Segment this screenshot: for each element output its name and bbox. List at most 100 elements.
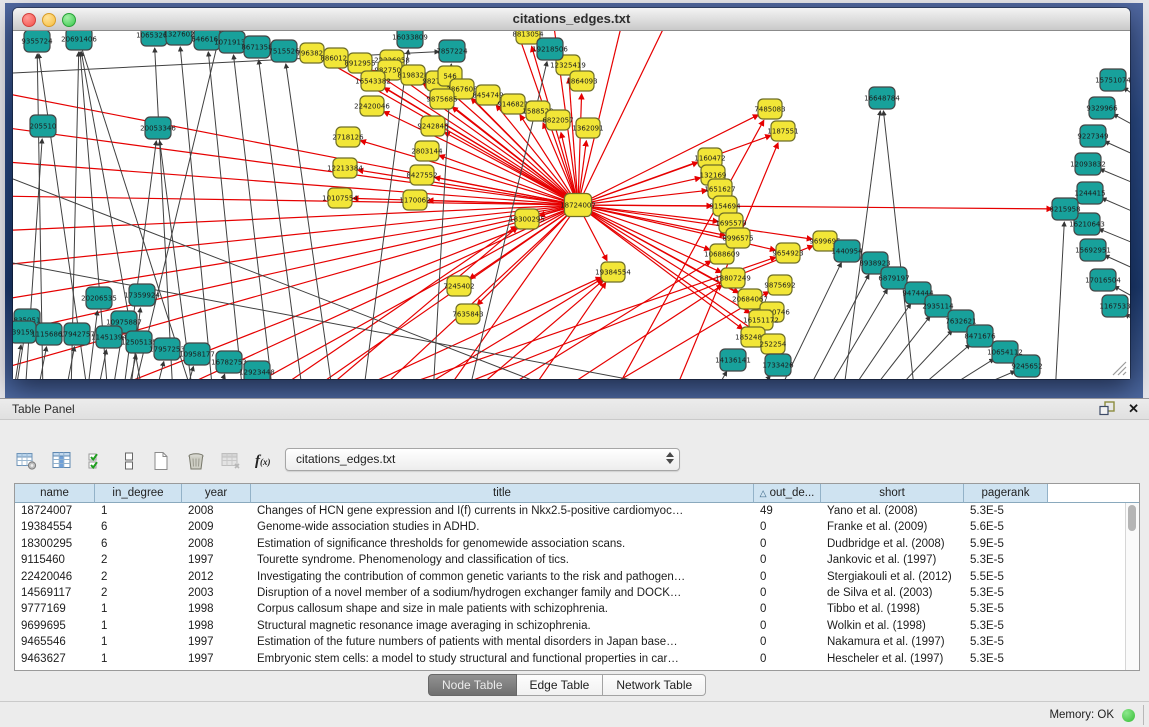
network-node[interactable]: 9654923	[772, 243, 803, 263]
network-node[interactable]: 20691406	[61, 31, 97, 50]
memory-indicator[interactable]	[1122, 709, 1135, 722]
network-edge[interactable]	[217, 374, 225, 379]
network-node[interactable]: 15692951	[1075, 239, 1111, 261]
network-edge[interactable]	[589, 207, 725, 235]
select-rows-icon[interactable]	[86, 451, 108, 471]
network-edge[interactable]	[1055, 222, 1064, 379]
network-node[interactable]: 17016504	[1085, 269, 1121, 291]
tab-edge-table[interactable]: Edge Table	[517, 674, 604, 696]
network-node[interactable]: 18724007	[560, 194, 596, 217]
table-row[interactable]: 1872400712008Changes of HCN gene express…	[15, 503, 1126, 519]
column-header-out-de[interactable]: △out_de...	[754, 484, 821, 503]
network-edge[interactable]	[713, 371, 727, 379]
network-node[interactable]: 8427552	[406, 165, 437, 185]
network-node[interactable]: 1170062	[399, 190, 430, 210]
network-node[interactable]: 17359924	[124, 284, 160, 306]
table-row[interactable]: 2242004622012Investigating the contribut…	[15, 569, 1126, 585]
network-node[interactable]: 20206535	[81, 287, 117, 309]
table-row[interactable]: 911546021997Tourette syndrome. Phenomeno…	[15, 552, 1126, 568]
network-node[interactable]: 9245652	[1011, 355, 1042, 377]
network-node[interactable]: 2718126	[332, 127, 364, 147]
network-edge[interactable]	[583, 31, 668, 195]
network-node[interactable]: 8912955	[344, 53, 375, 73]
network-edge[interactable]	[286, 64, 333, 379]
column-header-title[interactable]: title	[251, 484, 754, 503]
column-header-name[interactable]: name	[15, 484, 95, 503]
network-edge[interactable]	[848, 304, 911, 379]
resize-grip-icon[interactable]	[1113, 362, 1126, 375]
network-node[interactable]: 15751074	[1095, 69, 1130, 91]
network-edge[interactable]	[868, 316, 930, 379]
network-window-titlebar[interactable]: citations_edges.txt	[13, 8, 1130, 31]
network-node[interactable]: 1440954	[831, 240, 863, 262]
column-header-in-degree[interactable]: in_degree	[95, 484, 182, 503]
network-edge[interactable]	[581, 31, 623, 194]
network-node[interactable]: 7635843	[452, 304, 483, 324]
network-node[interactable]: 19218506	[532, 38, 568, 60]
network-edge[interactable]	[208, 52, 243, 379]
table-row[interactable]: 1938455462009Genome-wide association stu…	[15, 519, 1126, 535]
network-node[interactable]: 14136141	[715, 349, 751, 371]
network-node[interactable]: 205510	[30, 115, 57, 137]
network-node[interactable]: 9875685	[426, 89, 457, 109]
network-node[interactable]: 1733426	[762, 354, 794, 376]
merge-rows-icon[interactable]	[121, 451, 137, 471]
network-node[interactable]: 9242848	[417, 116, 448, 136]
network-svg[interactable]: 1872400788130541232541918640937963822886…	[13, 31, 1130, 379]
float-panel-icon[interactable]	[1098, 401, 1116, 416]
close-panel-icon[interactable]: ✕	[1128, 401, 1139, 416]
network-node[interactable]: 9329966	[1086, 97, 1118, 119]
network-node[interactable]: 252254	[760, 334, 787, 354]
network-node[interactable]: 9875692	[764, 275, 795, 295]
network-node[interactable]: 8996575	[722, 228, 753, 248]
network-edge[interactable]	[133, 31, 223, 379]
network-edge[interactable]	[553, 285, 722, 379]
network-node[interactable]: 10958177	[179, 343, 215, 365]
network-node[interactable]: 1864093	[566, 71, 597, 91]
network-node[interactable]: 16648784	[864, 87, 900, 109]
table-row[interactable]: 1456911722003Disruption of a novel membe…	[15, 585, 1126, 601]
network-edge[interactable]	[1113, 114, 1130, 133]
function-builder-icon[interactable]: f(x)	[255, 453, 271, 470]
network-edge[interactable]	[589, 205, 712, 206]
network-edge[interactable]	[935, 359, 994, 379]
network-node[interactable]: 20053346	[140, 117, 176, 139]
network-edge[interactable]	[155, 48, 173, 379]
network-node[interactable]: 16033809	[392, 31, 428, 48]
network-node[interactable]: 8215958	[1049, 198, 1080, 220]
tab-network-table[interactable]: Network Table	[603, 674, 706, 696]
network-node[interactable]: 7515526	[268, 40, 300, 62]
network-node[interactable]: 12093832	[1070, 153, 1106, 175]
network-node[interactable]: 9355724	[21, 31, 53, 52]
column-header-short[interactable]: short	[821, 484, 964, 503]
network-node[interactable]: 7245402	[443, 276, 474, 296]
table-row[interactable]: 946362711997Embryonic stem cells: a mode…	[15, 651, 1126, 667]
tab-node-table[interactable]: Node Table	[428, 674, 517, 696]
network-canvas[interactable]: 1872400788130541232541918640937963822886…	[13, 31, 1130, 379]
table-scrollbar[interactable]	[1125, 503, 1139, 670]
column-header-pagerank[interactable]: pagerank	[964, 484, 1048, 503]
network-node[interactable]: 22420046	[354, 96, 390, 116]
scrollbar-thumb[interactable]	[1128, 505, 1136, 531]
delete-rows-icon[interactable]	[185, 451, 207, 471]
network-node[interactable]: 1244415	[1074, 182, 1105, 204]
network-edge[interactable]	[180, 47, 213, 379]
network-node[interactable]: 1187551	[767, 121, 798, 141]
network-edge[interactable]	[13, 91, 567, 203]
network-edge[interactable]	[13, 345, 21, 379]
network-edge[interactable]	[957, 371, 1015, 379]
network-edge[interactable]	[343, 277, 601, 379]
network-edge[interactable]	[1100, 169, 1130, 189]
network-node[interactable]: 7485083	[754, 99, 785, 119]
network-node[interactable]: 10107554	[322, 188, 358, 208]
network-node[interactable]: 9227349	[1077, 125, 1108, 147]
network-edge[interactable]	[589, 190, 707, 203]
network-node[interactable]: 12923448	[239, 361, 275, 379]
network-node[interactable]: 1362091	[572, 118, 603, 138]
table-row[interactable]: 946554611997Estimation of the future num…	[15, 634, 1126, 650]
network-edge[interactable]	[528, 283, 606, 379]
network-edge[interactable]	[13, 205, 567, 231]
network-edge[interactable]	[805, 275, 869, 379]
network-node[interactable]: 6822057	[542, 110, 573, 130]
network-edge[interactable]	[589, 207, 812, 240]
